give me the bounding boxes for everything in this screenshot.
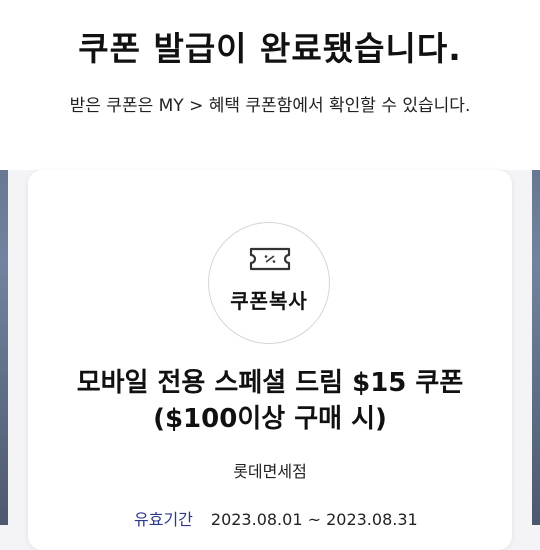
validity-period: 유효기간 2023.08.01 ~ 2023.08.31 (134, 506, 418, 530)
copy-coupon-label: 쿠폰복사 (230, 289, 308, 313)
validity-value: 2023.08.01 ~ 2023.08.31 (210, 510, 418, 529)
page-subtitle: 받은 쿠폰은 MY > 혜택 쿠폰함에서 확인할 수 있습니다. (69, 96, 471, 116)
validity-label: 유효기간 (134, 510, 193, 529)
coupon-ticket-icon (249, 247, 291, 271)
page-title: 쿠폰 발급이 완료됐습니다. (78, 29, 462, 68)
header: 쿠폰 발급이 완료됐습니다. 받은 쿠폰은 MY > 혜택 쿠폰함에서 확인할 … (0, 0, 540, 170)
coupon-name: 모바일 전용 스페셜 드림 $15 쿠폰 ($100이상 구매 시) (28, 365, 512, 437)
coupon-name-line2: ($100이상 구매 시) (153, 404, 387, 434)
store-name: 롯데면세점 (233, 462, 307, 481)
copy-coupon-button[interactable]: 쿠폰복사 (208, 222, 330, 344)
coupon-name-line1: 모바일 전용 스페셜 드림 $15 쿠폰 (76, 368, 464, 398)
coupon-card: 쿠폰복사 모바일 전용 스페셜 드림 $15 쿠폰 ($100이상 구매 시) … (28, 170, 512, 550)
